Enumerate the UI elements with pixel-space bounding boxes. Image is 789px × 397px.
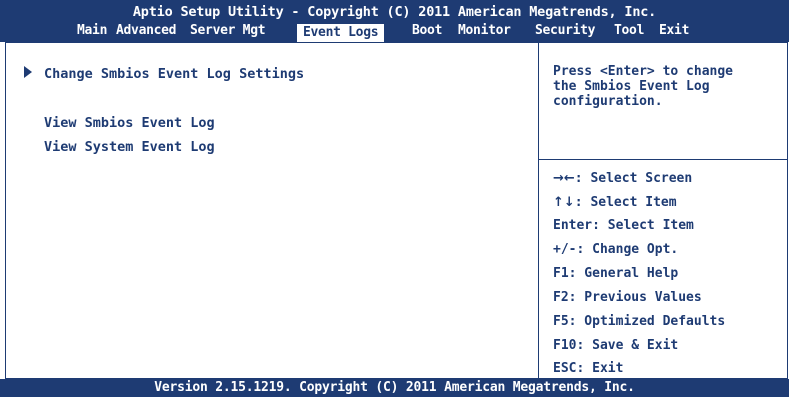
key-hint-general-help: F1: General Help <box>553 266 679 281</box>
header-bar: Aptio Setup Utility - Copyright (C) 2011… <box>0 0 789 42</box>
key-hint-select-item: ↑↓: Select Item <box>553 195 677 210</box>
option-view-system-event-log[interactable]: View System Event Log <box>44 139 215 155</box>
menu-tool[interactable]: Tool <box>614 23 644 38</box>
menu-boot[interactable]: Boot <box>412 23 442 38</box>
app-title: Aptio Setup Utility - Copyright (C) 2011… <box>132 4 657 20</box>
option-change-smbios-event-log-settings[interactable]: Change Smbios Event Log Settings <box>44 66 304 82</box>
key-hint-enter: Enter: Select Item <box>553 218 694 233</box>
help-divider <box>538 159 788 160</box>
left-right-arrows-icon: →← <box>553 171 575 186</box>
key-hint-change-opt: +/-: Change Opt. <box>553 242 679 257</box>
menu-exit[interactable]: Exit <box>659 23 689 38</box>
up-down-arrows-icon: ↑↓ <box>553 195 575 210</box>
option-view-smbios-event-log[interactable]: View Smbios Event Log <box>44 115 215 131</box>
key-hint-exit: ESC: Exit <box>553 361 624 376</box>
menu-main[interactable]: Main <box>77 23 107 38</box>
menu-server-mgt[interactable]: Server Mgt <box>190 23 266 38</box>
panel-divider <box>538 42 539 379</box>
help-description: Press <Enter> to change the Smbios Event… <box>553 64 734 109</box>
key-hint-save-exit: F10: Save & Exit <box>553 338 679 353</box>
key-hint-select-screen: →←: Select Screen <box>553 171 693 186</box>
key-hint-previous-values: F2: Previous Values <box>553 290 702 305</box>
menu-event-logs[interactable]: Event Logs <box>297 24 385 42</box>
key-hint-optimized-defaults: F5: Optimized Defaults <box>553 314 726 329</box>
menu-security[interactable]: Security <box>535 23 596 38</box>
footer-bar: Version 2.15.1219. Copyright (C) 2011 Am… <box>0 379 789 397</box>
submenu-arrow-icon <box>24 66 32 78</box>
menu-advanced[interactable]: Advanced <box>116 23 177 38</box>
menu-monitor[interactable]: Monitor <box>458 23 511 38</box>
